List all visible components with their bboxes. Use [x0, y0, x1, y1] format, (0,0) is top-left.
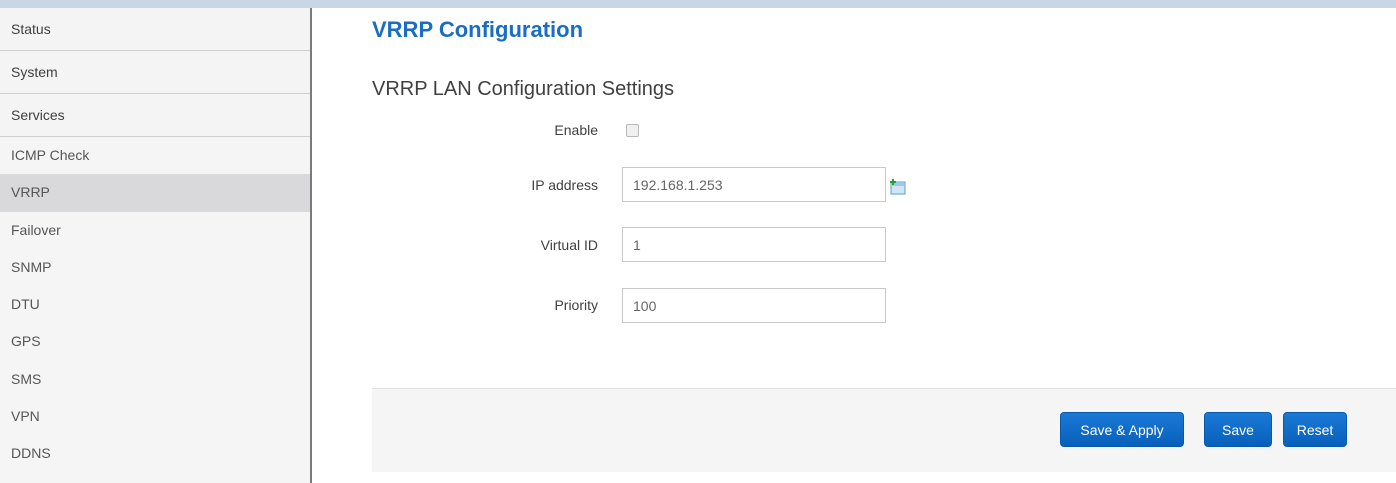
priority-label: Priority [554, 297, 598, 313]
ip-address-field[interactable] [622, 167, 886, 202]
priority-field[interactable] [622, 288, 886, 323]
sidebar-item-vrrp[interactable]: VRRP [0, 174, 310, 212]
sidebar-category-status[interactable]: Status [0, 8, 310, 51]
sidebar-item-failover[interactable]: Failover [0, 212, 310, 249]
sidebar-category-services[interactable]: Services [0, 94, 310, 137]
enable-checkbox[interactable] [626, 124, 639, 137]
sidebar-item-dtu[interactable]: DTU [0, 286, 310, 323]
sidebar-item-vpn[interactable]: VPN [0, 398, 310, 435]
save-button[interactable]: Save [1204, 412, 1272, 447]
sidebar-category-system[interactable]: System [0, 51, 310, 94]
page-title: VRRP Configuration [372, 17, 584, 42]
virtual-id-label: Virtual ID [540, 237, 598, 253]
action-bar: Save & Apply Save Reset [372, 388, 1396, 472]
virtual-id-field[interactable] [622, 227, 886, 262]
sidebar-item-snmp[interactable]: SNMP [0, 249, 310, 286]
sidebar-item-gps[interactable]: GPS [0, 323, 310, 360]
ip-address-label: IP address [531, 177, 598, 193]
sidebar-item-sms[interactable]: SMS [0, 361, 310, 398]
sidebar-item-ddns[interactable]: DDNS [0, 435, 310, 472]
top-strip [0, 0, 1396, 8]
sidebar: Status System Services ICMP Check VRRP F… [0, 8, 312, 483]
add-entry-icon[interactable] [889, 178, 907, 196]
sidebar-item-icmp-check[interactable]: ICMP Check [0, 137, 310, 174]
reset-button[interactable]: Reset [1283, 412, 1347, 447]
save-apply-button[interactable]: Save & Apply [1060, 412, 1184, 447]
section-title: VRRP LAN Configuration Settings [372, 78, 675, 100]
enable-label: Enable [554, 122, 598, 138]
